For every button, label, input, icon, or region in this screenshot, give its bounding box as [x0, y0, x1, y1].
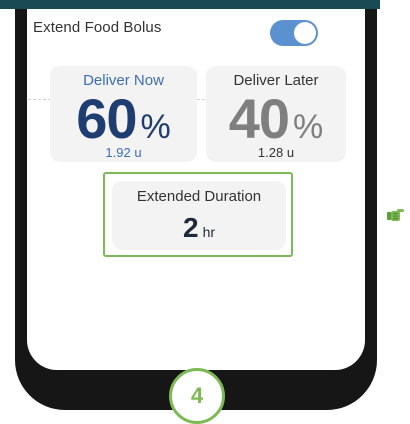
extend-bolus-label: Extend Food Bolus	[33, 19, 162, 36]
deliver-later-percent: 40%	[206, 91, 346, 147]
deliver-now-units: 1.92 u	[105, 145, 142, 160]
extended-duration-card[interactable]: Extended Duration 2 hr	[112, 181, 286, 250]
step-number-badge: 4	[169, 368, 225, 424]
extended-duration-value: 2 hr	[112, 212, 286, 244]
pointing-hand-icon	[387, 209, 404, 221]
deliver-now-percent: 60%	[50, 91, 197, 147]
deliver-now-unit: %	[140, 108, 171, 146]
top-strip	[0, 0, 380, 9]
deliver-now-value: 60	[76, 87, 137, 150]
duration-unit: hr	[202, 224, 216, 240]
deliver-now-card[interactable]: Deliver Now 60% 1.92 u	[50, 66, 197, 162]
deliver-later-unit: %	[293, 108, 324, 146]
toggle-knob	[294, 22, 316, 44]
extended-duration-title: Extended Duration	[136, 188, 262, 205]
deliver-later-value: 40	[228, 87, 290, 150]
deliver-later-card[interactable]: Deliver Later 40% 1.28 u	[206, 66, 346, 162]
duration-number: 2	[182, 212, 199, 243]
deliver-later-units: 1.28 u	[257, 145, 295, 160]
extend-bolus-toggle[interactable]	[270, 20, 318, 46]
